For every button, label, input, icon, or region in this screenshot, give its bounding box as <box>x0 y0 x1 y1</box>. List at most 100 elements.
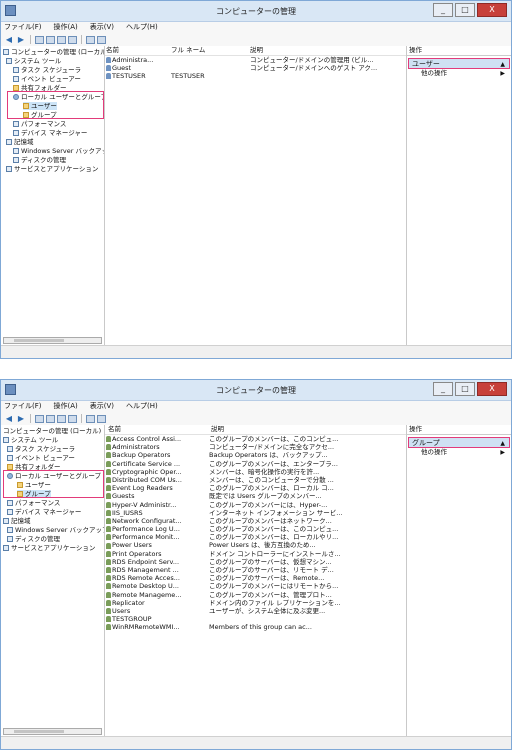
tree-item-performance[interactable]: パフォーマンス <box>7 499 60 507</box>
column-description[interactable]: 説明 <box>208 425 406 434</box>
folder-up-icon[interactable] <box>35 414 44 423</box>
tree-item-performance[interactable]: パフォーマンス <box>13 120 66 128</box>
tree-item-task-scheduler[interactable]: タスク スケジューラ <box>13 66 81 74</box>
tree-item-services-applications[interactable]: サービスとアプリケーション <box>3 544 95 552</box>
close-button[interactable]: X <box>477 3 507 17</box>
tree-item-storage[interactable]: 記憶域 <box>3 517 31 525</box>
list-item[interactable]: TESTUSER TESTUSER <box>105 72 406 80</box>
backup-icon <box>13 148 19 154</box>
table-row[interactable]: Event Log Readers このグループのメンバーは、ローカル コ... <box>105 484 406 492</box>
tree-horizontal-scrollbar[interactable] <box>3 337 102 344</box>
menu-view[interactable]: 表示(V) <box>90 401 114 412</box>
column-name[interactable]: 名前 <box>105 425 208 434</box>
table-row[interactable]: Replicator ドメイン内のファイル レプリケーションを... <box>105 599 406 607</box>
tree-item-disk-management[interactable]: ディスクの管理 <box>13 156 66 164</box>
table-row[interactable]: Performance Log U... このグループのメンバーは、このコンピュ.… <box>105 525 406 533</box>
tree-horizontal-scrollbar[interactable] <box>3 728 102 735</box>
show-hide-tree-icon[interactable] <box>46 35 55 44</box>
table-row[interactable]: IIS_IUSRS インターネット インフォメーション サービ... <box>105 509 406 517</box>
minimize-button[interactable]: _ <box>433 3 453 17</box>
maximize-button[interactable]: □ <box>455 3 475 17</box>
tree-item-windows-server-backup[interactable]: Windows Server バックアップ <box>7 526 104 534</box>
tree-item-event-viewer[interactable]: イベント ビューアー <box>7 454 75 462</box>
help-icon[interactable] <box>86 35 95 44</box>
menu-help[interactable]: ヘルプ(H) <box>126 401 158 412</box>
table-row[interactable]: Backup Operators Backup Operators は、バックアッ… <box>105 451 406 459</box>
other-actions-item[interactable]: 他の操作 ▶ <box>407 448 511 457</box>
table-row[interactable]: Print Operators ドメイン コントローラーにインストールさ... <box>105 550 406 558</box>
action-section-groups[interactable]: グループ ▲ <box>408 437 510 448</box>
menu-view[interactable]: 表示(V) <box>90 22 114 33</box>
menu-file[interactable]: ファイル(F) <box>4 401 42 412</box>
group-icon <box>106 468 111 475</box>
tree-item-device-manager[interactable]: デバイス マネージャー <box>7 508 81 516</box>
table-row[interactable]: RDS Endpoint Serv... このグループのサーバーは、仮想マシン..… <box>105 558 406 566</box>
table-row[interactable]: Cryptographic Oper... メンバーは、暗号化操作の実行を許... <box>105 468 406 476</box>
export-list-icon[interactable] <box>57 35 66 44</box>
minimize-button[interactable]: _ <box>433 382 453 396</box>
performance-icon <box>7 500 13 506</box>
action-pane-icon[interactable] <box>97 414 106 423</box>
help-icon[interactable] <box>86 414 95 423</box>
tree-item-computer-management[interactable]: コンピューターの管理 (ローカル) <box>3 48 104 56</box>
table-row[interactable]: Guests 既定では Users グループのメンバー... <box>105 492 406 500</box>
highlight-local-groups <box>3 470 104 498</box>
table-row[interactable]: Network Configurat... このグループのメンバーはネットワーク.… <box>105 517 406 525</box>
list-item[interactable]: Guest コンピューター/ドメインへのゲスト アク... <box>105 64 406 72</box>
group-icon <box>106 624 111 631</box>
table-row[interactable]: Power Users Power Users は、後方互換のため... <box>105 541 406 549</box>
tree-item-computer-management[interactable]: コンピューターの管理 (ローカル) <box>3 427 101 435</box>
menu-action[interactable]: 操作(A) <box>54 22 78 33</box>
tree-item-system-tools[interactable]: システム ツール <box>3 436 58 444</box>
action-section-users[interactable]: ユーザー ▲ <box>408 58 510 69</box>
menu-action[interactable]: 操作(A) <box>54 401 78 412</box>
maximize-button[interactable]: □ <box>455 382 475 396</box>
tree-item-system-tools[interactable]: システム ツール <box>6 57 61 65</box>
performance-icon <box>13 121 19 127</box>
table-row[interactable]: Hyper-V Administr... このグループのメンバーには、Hyper-… <box>105 501 406 509</box>
other-actions-item[interactable]: 他の操作 ▶ <box>407 69 511 78</box>
table-row[interactable]: TESTGROUP <box>105 615 406 623</box>
actions-pane: 操作 グループ ▲ 他の操作 ▶ <box>407 425 511 737</box>
export-list-icon[interactable] <box>57 414 66 423</box>
tree-item-storage[interactable]: 記憶域 <box>6 138 34 146</box>
properties-icon[interactable] <box>68 414 77 423</box>
menu-file[interactable]: ファイル(F) <box>4 22 42 33</box>
title-bar[interactable]: コンピューターの管理 _ □ X <box>1 380 511 401</box>
actions-pane: 操作 ユーザー ▲ 他の操作 ▶ <box>407 46 511 346</box>
properties-icon[interactable] <box>68 35 77 44</box>
tree-item-device-manager[interactable]: デバイス マネージャー <box>13 129 87 137</box>
column-description[interactable]: 説明 <box>247 46 406 55</box>
list-item[interactable]: Administra... コンピューター/ドメインの管理用 (ビル... <box>105 56 406 64</box>
menu-help[interactable]: ヘルプ(H) <box>126 22 158 33</box>
tree-item-event-viewer[interactable]: イベント ビューアー <box>13 75 81 83</box>
table-row[interactable]: RDS Management ... このグループのサーバーは、リモート デ... <box>105 566 406 574</box>
group-icon <box>106 616 111 623</box>
tree-item-services-applications[interactable]: サービスとアプリケーション <box>6 165 98 173</box>
folder-up-icon[interactable] <box>35 35 44 44</box>
table-row[interactable]: Distributed COM Us... メンバーは、このコンピューターで分散 … <box>105 476 406 484</box>
table-row[interactable]: Users ユーザーが、システム全体に及ぶ変更... <box>105 607 406 615</box>
table-row[interactable]: WinRMRemoteWMI... Members of this group c… <box>105 623 406 631</box>
forward-arrow-icon[interactable]: ▶ <box>16 414 26 423</box>
close-button[interactable]: X <box>477 382 507 396</box>
back-arrow-icon[interactable]: ◀ <box>4 414 14 423</box>
show-hide-tree-icon[interactable] <box>46 414 55 423</box>
table-row[interactable]: Access Control Assi... このグループのメンバーは、このコンピ… <box>105 435 406 443</box>
table-row[interactable]: Performance Monit... このグループのメンバーは、ローカルやリ.… <box>105 533 406 541</box>
table-row[interactable]: Remote Desktop U... このグループのメンバーにはリモートから..… <box>105 582 406 590</box>
table-row[interactable]: Administrators コンピューター/ドメインに完全なアクセ... <box>105 443 406 451</box>
title-bar[interactable]: コンピューターの管理 _ □ X <box>1 1 511 22</box>
table-row[interactable]: Remote Manageme... このグループのメンバーは、管理プロト... <box>105 591 406 599</box>
tools-icon <box>3 437 9 443</box>
column-name[interactable]: 名前 <box>105 46 168 55</box>
tree-item-windows-server-backup[interactable]: Windows Server バックアップ <box>13 147 104 155</box>
action-pane-icon[interactable] <box>97 35 106 44</box>
tree-item-task-scheduler[interactable]: タスク スケジューラ <box>7 445 75 453</box>
back-arrow-icon[interactable]: ◀ <box>4 35 14 44</box>
tree-item-disk-management[interactable]: ディスクの管理 <box>7 535 60 543</box>
column-full-name[interactable]: フル ネーム <box>168 46 247 55</box>
table-row[interactable]: RDS Remote Acces... このグループのサーバーは、Remote..… <box>105 574 406 582</box>
forward-arrow-icon[interactable]: ▶ <box>16 35 26 44</box>
table-row[interactable]: Certificate Service ... このグループのメンバーは、エンター… <box>105 460 406 468</box>
